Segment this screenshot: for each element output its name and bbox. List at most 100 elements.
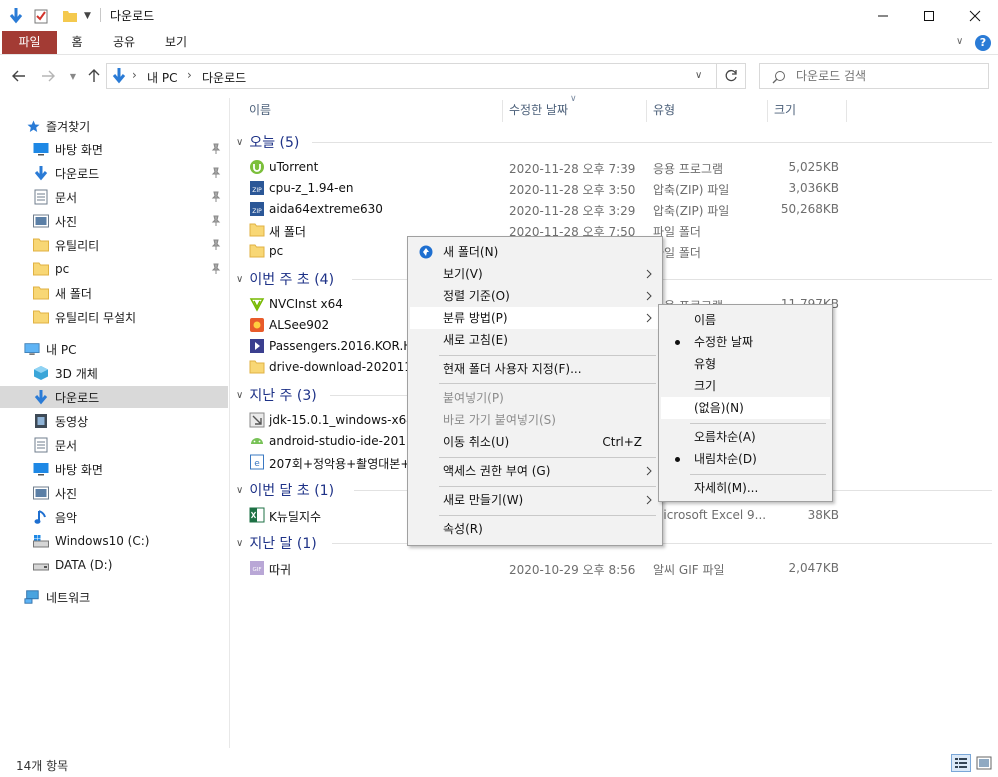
nav-item-pc-folder[interactable]: pc <box>33 258 228 280</box>
close-button[interactable] <box>952 0 998 31</box>
column-separator[interactable] <box>646 100 647 122</box>
menu-item-give-access[interactable]: 액세스 권한 부여 (G) <box>410 460 660 482</box>
nav-item-videos[interactable]: 동영상 <box>33 410 228 432</box>
file-size: 5,025KB <box>788 160 839 174</box>
tab-share[interactable]: 공유 <box>106 31 142 54</box>
menu-item-properties[interactable]: 속성(R) <box>410 518 660 540</box>
forward-button[interactable] <box>38 66 58 86</box>
nav-network[interactable]: 네트워크 <box>24 586 90 608</box>
tab-view[interactable]: 보기 <box>158 31 194 54</box>
nav-this-pc[interactable]: 내 PC <box>24 338 76 360</box>
group-by-size[interactable]: 크기 <box>661 375 830 397</box>
breadcrumb-downloads[interactable]: 다운로드 <box>202 69 246 86</box>
group-by-ascending[interactable]: 오름차순(A) <box>661 426 830 448</box>
maximize-button[interactable] <box>906 0 952 31</box>
column-separator[interactable] <box>846 100 847 122</box>
nav-item-documents[interactable]: 문서 <box>33 434 228 456</box>
file-name: uTorrent <box>269 160 319 174</box>
selected-bullet-icon <box>675 457 680 462</box>
group-by-more[interactable]: 자세히(M)... <box>661 477 830 499</box>
nav-item-documents-quick[interactable]: 문서 <box>33 186 228 208</box>
group-header-today[interactable]: ∨ 오늘 (5) <box>236 131 299 153</box>
nav-item-drive-c[interactable]: Windows10 (C:) <box>33 530 228 552</box>
collapse-chevron-icon: ∨ <box>236 537 244 549</box>
nav-item-pictures[interactable]: 사진 <box>33 482 228 504</box>
column-separator[interactable] <box>502 100 503 122</box>
help-icon[interactable]: ? <box>975 35 991 51</box>
nav-item-pictures-quick[interactable]: 사진 <box>33 210 228 232</box>
menu-item-new-folder[interactable]: 새 폴더(N) <box>410 241 660 263</box>
download-arrow-icon <box>33 389 49 405</box>
nav-item-new-folder[interactable]: 새 폴더 <box>33 282 228 304</box>
search-input[interactable] <box>796 68 976 84</box>
file-size: 50,268KB <box>780 202 839 216</box>
back-button[interactable] <box>9 66 29 86</box>
tab-home[interactable]: 홈 <box>62 31 92 54</box>
menu-item-sort-by[interactable]: 정렬 기준(O) <box>410 285 660 307</box>
pin-icon[interactable] <box>210 239 222 251</box>
up-button[interactable] <box>84 66 104 86</box>
file-row[interactable]: ZIP cpu-z_1.94-en 2020-11-28 오후 3:50 압축(… <box>244 178 844 199</box>
pin-icon[interactable] <box>210 263 222 275</box>
nav-item-downloads-quick[interactable]: 다운로드 <box>33 162 228 184</box>
file-name: NVCInst x64 <box>269 297 343 311</box>
pin-icon[interactable] <box>210 215 222 227</box>
group-label: 이번 주 초 (4) <box>249 272 335 288</box>
nav-item-music[interactable]: 음악 <box>33 506 228 528</box>
group-header-early-this-week[interactable]: ∨ 이번 주 초 (4) <box>236 268 334 290</box>
group-header-last-month[interactable]: ∨ 지난 달 (1) <box>236 532 317 554</box>
pin-icon[interactable] <box>210 191 222 203</box>
nav-item-3d-objects[interactable]: 3D 개체 <box>33 362 228 384</box>
column-header-name[interactable]: 이름 <box>249 98 271 122</box>
menu-item-paste-shortcut[interactable]: 바로 가기 붙여넣기(S) <box>410 409 660 431</box>
group-divider <box>312 142 992 143</box>
menu-item-customize-folder[interactable]: 현재 폴더 사용자 지정(F)... <box>410 358 660 380</box>
column-header-type[interactable]: 유형 <box>653 98 675 122</box>
pin-icon[interactable] <box>210 143 222 155</box>
nav-quick-access[interactable]: 즐겨찾기 <box>26 115 90 137</box>
large-icons-view-button[interactable] <box>975 755 993 771</box>
nav-item-drive-d[interactable]: DATA (D:) <box>33 554 228 576</box>
file-size: 3,036KB <box>788 181 839 195</box>
nav-item-utility[interactable]: 유틸리티 <box>33 234 228 256</box>
minimize-button[interactable] <box>860 0 906 31</box>
recent-locations-chevron-icon[interactable]: ▼ <box>63 66 83 86</box>
pin-icon[interactable] <box>210 167 222 179</box>
menu-item-undo-move[interactable]: 이동 취소(U) Ctrl+Z <box>410 431 660 453</box>
tab-file[interactable]: 파일 <box>2 31 57 54</box>
file-name: 새 폴더 <box>269 225 306 239</box>
group-by-none[interactable]: (없음)(N) <box>661 397 830 419</box>
column-header-size[interactable]: 크기 <box>774 98 796 122</box>
column-separator[interactable] <box>767 100 768 122</box>
menu-item-view[interactable]: 보기(V) <box>410 263 660 285</box>
utorrent-icon <box>250 160 264 174</box>
quick-access-properties-icon[interactable] <box>33 6 49 26</box>
file-row[interactable]: GIF 따귀 2020-10-29 오후 8:56 알씨 GIF 파일 2,04… <box>244 558 844 579</box>
menu-item-new[interactable]: 새로 만들기(W) <box>410 489 660 511</box>
file-row[interactable]: uTorrent 2020-11-28 오후 7:39 응용 프로그램 5,02… <box>244 157 844 178</box>
ribbon-expand-chevron-icon[interactable]: ∨ <box>956 36 963 47</box>
nav-item-desktop[interactable]: 바탕 화면 <box>33 138 228 160</box>
group-by-type[interactable]: 유형 <box>661 353 830 375</box>
group-by-name[interactable]: 이름 <box>661 309 830 331</box>
breadcrumb-this-pc[interactable]: 내 PC <box>147 69 177 86</box>
file-row[interactable]: ZIP aida64extreme630 2020-11-28 오후 3:29 … <box>244 199 844 220</box>
address-bar[interactable]: › 내 PC › 다운로드 ∨ <box>106 63 717 89</box>
details-view-button[interactable] <box>951 754 971 772</box>
quick-access-new-folder-icon[interactable] <box>62 6 78 26</box>
group-header-last-week[interactable]: ∨ 지난 주 (3) <box>236 384 317 406</box>
group-header-early-this-month[interactable]: ∨ 이번 달 초 (1) <box>236 479 334 501</box>
nav-item-downloads[interactable]: 다운로드 <box>0 386 228 408</box>
menu-item-group-by[interactable]: 분류 방법(P) <box>410 307 660 329</box>
refresh-button[interactable] <box>716 63 746 89</box>
column-header-date[interactable]: 수정한 날짜 <box>509 98 568 122</box>
address-history-chevron-icon[interactable]: ∨ <box>695 70 702 81</box>
group-by-descending[interactable]: 내림차순(D) <box>661 448 830 470</box>
menu-item-paste[interactable]: 붙여넣기(P) <box>410 387 660 409</box>
group-by-date-modified[interactable]: 수정한 날짜 <box>661 331 830 353</box>
menu-item-refresh[interactable]: 새로 고침(E) <box>410 329 660 351</box>
nav-item-utility-portable[interactable]: 유틸리티 무설치 <box>33 306 228 328</box>
nav-item-desktop-pc[interactable]: 바탕 화면 <box>33 458 228 480</box>
search-box[interactable] <box>759 63 989 89</box>
customize-toolbar-chevron-icon[interactable]: ▼ <box>84 6 91 26</box>
